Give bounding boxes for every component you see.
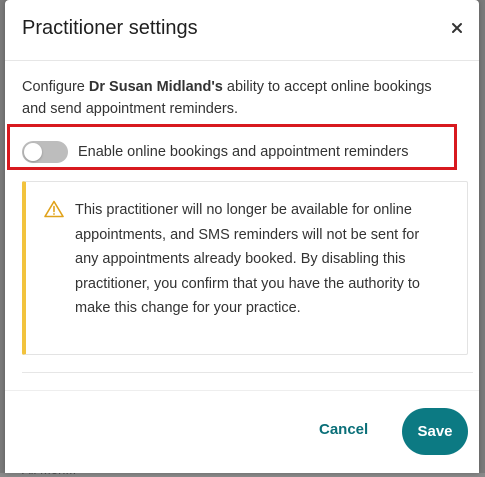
warning-callout: This practitioner will no longer be avai… [22,181,468,355]
practitioner-settings-dialog: Practitioner settings Configure Dr Susan… [5,0,479,473]
toggle-knob [24,143,42,161]
footer-divider [5,390,479,391]
toggle-label: Enable online bookings and appointment r… [78,144,409,160]
warning-icon [44,200,64,218]
content-divider [22,372,473,373]
dialog-title: Practitioner settings [22,17,198,39]
practitioner-name: Dr Susan Midland's [88,79,223,95]
online-bookings-toggle[interactable] [22,141,68,163]
dialog-header: Practitioner settings [5,0,479,61]
save-button[interactable]: Save [402,408,468,455]
cancel-button[interactable]: Cancel [319,421,368,438]
online-bookings-toggle-row: Enable online bookings and appointment r… [22,140,409,164]
description-prefix: Configure [22,79,89,95]
warning-message: This practitioner will no longer be avai… [75,202,420,316]
dialog-description: Configure Dr Susan Midland's ability to … [22,76,452,120]
close-button[interactable] [447,18,467,38]
close-icon [452,23,462,33]
